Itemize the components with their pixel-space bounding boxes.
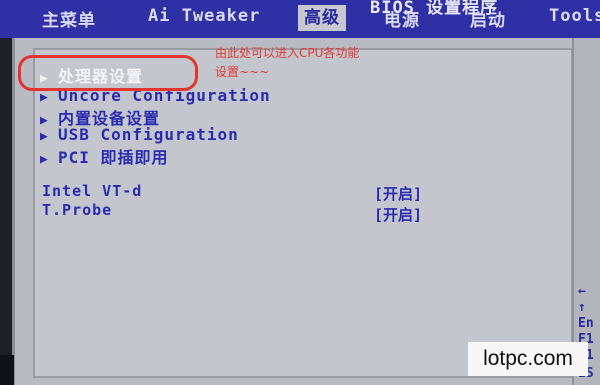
setting-value-intel-vtd[interactable]: [开启] <box>374 183 422 204</box>
screen-bezel <box>0 355 14 385</box>
triangle-right-icon: ▶ <box>40 129 49 144</box>
tab-tools[interactable]: Tools <box>549 6 600 26</box>
setting-label-tprobe: T.Probe <box>42 201 113 219</box>
setting-label-intel-vtd: Intel VT-d <box>42 182 143 200</box>
highlight-ring <box>18 55 198 91</box>
menu-item-pci-pnp[interactable]: ▶ PCI 即插即用 <box>40 144 169 168</box>
tab-power[interactable]: 电源 <box>384 6 420 31</box>
tab-boot[interactable]: 启动 <box>470 6 506 31</box>
tab-advanced[interactable]: 高级 <box>298 5 346 31</box>
tab-ai-tweaker[interactable]: Ai Tweaker <box>148 6 260 26</box>
triangle-right-icon: ▶ <box>40 152 49 167</box>
triangle-right-icon: ▶ <box>40 90 49 105</box>
tab-main[interactable]: 主菜单 <box>42 6 96 31</box>
annotation-note: 由此处可以进入CPU各功能 设置~~~ <box>215 44 415 82</box>
setting-value-tprobe[interactable]: [开启] <box>374 204 422 225</box>
bios-screen: BIOS 设置程序 主菜单 Ai Tweaker 高级 电源 启动 Tools … <box>0 0 600 385</box>
annotation-line: 由此处可以进入CPU各功能 <box>215 46 360 60</box>
watermark: lotpc.com <box>468 342 588 376</box>
menu-item-label: USB Configuration <box>58 125 239 144</box>
annotation-line: 设置~~~ <box>215 65 270 79</box>
menu-item-usb-config[interactable]: ▶ USB Configuration <box>40 125 239 144</box>
help-key: ↑ <box>578 300 586 315</box>
help-key: ← <box>578 284 586 299</box>
menu-bar: BIOS 设置程序 主菜单 Ai Tweaker 高级 电源 启动 Tools <box>0 0 600 38</box>
help-key: En <box>578 316 594 331</box>
help-panel: ← ↑ En F1 F1 ES <box>572 38 600 385</box>
menu-item-label: PCI 即插即用 <box>58 148 169 167</box>
